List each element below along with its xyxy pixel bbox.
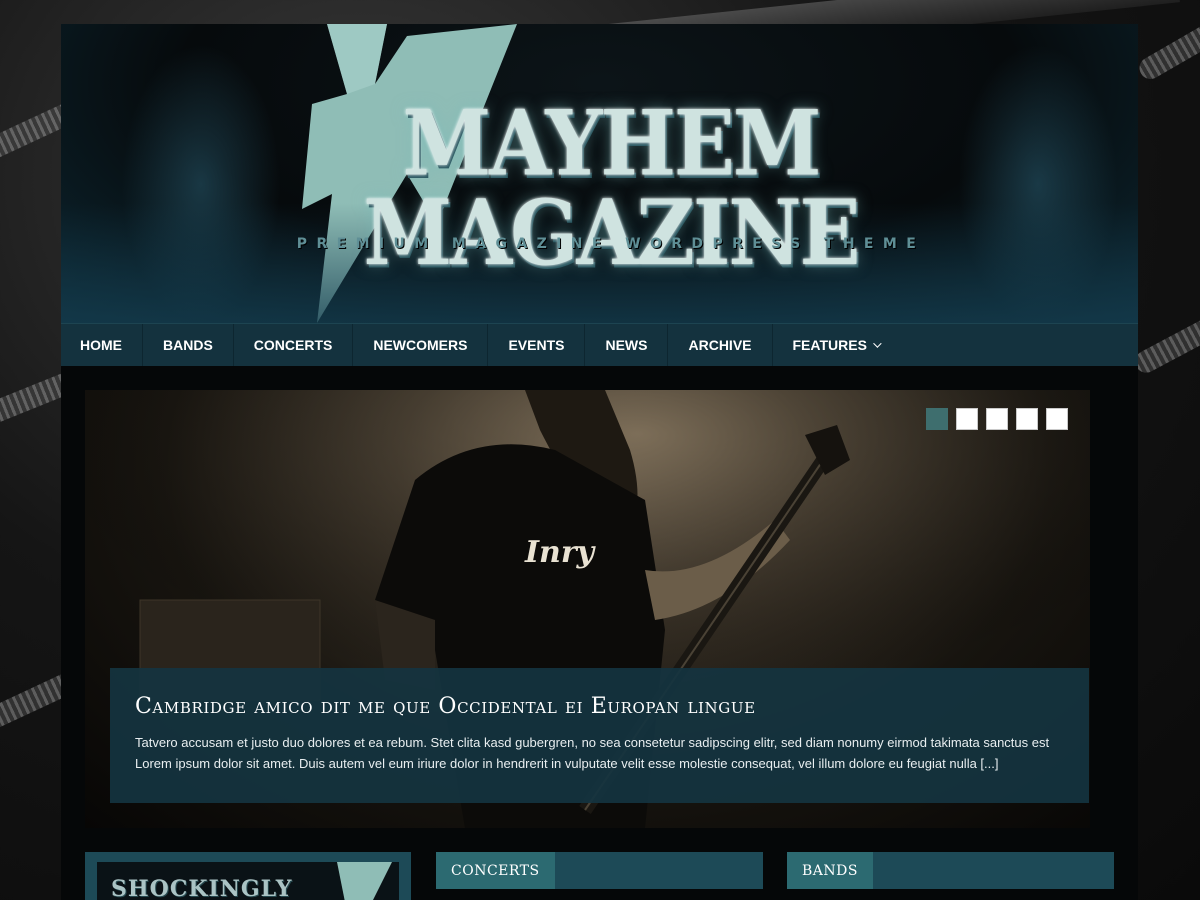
slider-dot[interactable] xyxy=(986,408,1008,430)
banner-image: SHOCKINGLY AWESOME xyxy=(97,862,399,900)
widget-title-bands[interactable]: BANDS xyxy=(787,852,873,889)
nav-item-bands[interactable]: BANDS xyxy=(143,324,234,366)
nav-item-features[interactable]: FEATURES xyxy=(773,324,899,366)
slider-pagination xyxy=(926,408,1068,430)
nav-item-label: NEWS xyxy=(605,337,648,353)
nav-item-label: CONCERTS xyxy=(253,337,333,353)
slide-title[interactable]: Cambridge amico dit me que Occidental ei… xyxy=(135,694,1064,719)
nav-item-label: FEATURES xyxy=(792,337,867,353)
nav-item-label: ARCHIVE xyxy=(688,337,752,353)
site-header: MAYHEM MAGAZINE PREMIUM MAGAZINE WORDPRE… xyxy=(61,24,1138,323)
slide-excerpt: Tatvero accusam et justo duo dolores et … xyxy=(135,735,1050,771)
shirt-print: Inry xyxy=(525,535,595,570)
concerts-widget: CONCERTS xyxy=(436,852,763,889)
nav-item-events[interactable]: EVENTS xyxy=(488,324,586,366)
site-tagline: PREMIUM MAGAZINE WORDPRESS THEME xyxy=(296,236,926,252)
slider-dot[interactable] xyxy=(1016,408,1038,430)
main-navigation: HOME BANDS CONCERTS NEWCOMERS EVENTS NEW… xyxy=(61,323,1138,366)
nav-item-label: NEWCOMERS xyxy=(373,337,468,353)
slider-dot[interactable] xyxy=(1046,408,1068,430)
background-string xyxy=(1131,305,1200,377)
nav-item-label: HOME xyxy=(80,337,122,353)
nav-item-label: BANDS xyxy=(163,337,213,353)
chevron-down-icon xyxy=(873,339,882,348)
banner-text: SHOCKINGLY AWESOME xyxy=(111,876,293,900)
nav-item-news[interactable]: NEWS xyxy=(585,324,669,366)
page-wrapper: MAYHEM MAGAZINE PREMIUM MAGAZINE WORDPRE… xyxy=(61,24,1138,900)
widget-title-concerts[interactable]: CONCERTS xyxy=(436,852,555,889)
slide-caption: Cambridge amico dit me que Occidental ei… xyxy=(110,668,1089,803)
nav-item-newcomers[interactable]: NEWCOMERS xyxy=(353,324,489,366)
nav-item-archive[interactable]: ARCHIVE xyxy=(668,324,773,366)
featured-slider[interactable]: Inry Cambridge amico dit me que Occident… xyxy=(85,390,1090,828)
banner-widget[interactable]: SHOCKINGLY AWESOME xyxy=(85,852,411,900)
bands-widget: BANDS xyxy=(787,852,1114,889)
background-string xyxy=(1135,18,1200,84)
slider-dot[interactable] xyxy=(926,408,948,430)
homepage-widgets: SHOCKINGLY AWESOME CONCERTS BANDS xyxy=(85,852,1114,900)
nav-item-label: EVENTS xyxy=(508,337,565,353)
nav-item-home[interactable]: HOME xyxy=(61,324,143,366)
slider-dot[interactable] xyxy=(956,408,978,430)
nav-item-concerts[interactable]: CONCERTS xyxy=(234,324,354,366)
